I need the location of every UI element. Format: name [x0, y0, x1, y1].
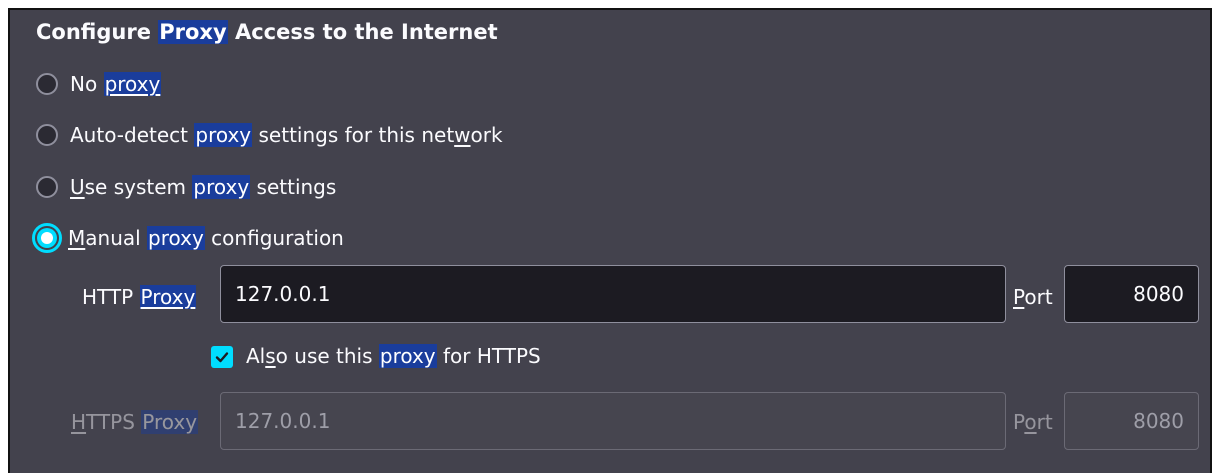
https-proxy-input[interactable]: 127.0.0.1	[220, 392, 1006, 450]
also-https-label: Also use this proxy for HTTPS	[246, 344, 541, 368]
radio-no-proxy[interactable]: No proxy	[36, 68, 162, 100]
https-port-label: Port	[1013, 410, 1053, 434]
https-port-input[interactable]: 8080	[1064, 392, 1199, 450]
http-port-label: Port	[1013, 285, 1053, 309]
radio-manual-proxy[interactable]: Manual proxy configuration	[32, 222, 344, 254]
check-icon	[215, 352, 229, 363]
https-proxy-label: HTTPS Proxy	[71, 410, 199, 434]
radio-label: No proxy	[70, 72, 162, 96]
radio-label: Auto-detect proxy settings for this netw…	[70, 123, 503, 147]
radio-system-proxy[interactable]: Use system proxy settings	[36, 171, 336, 203]
radio-button[interactable]	[36, 176, 58, 198]
radio-button[interactable]	[36, 124, 58, 146]
radio-button-selected[interactable]	[32, 223, 62, 253]
http-proxy-label: HTTP Proxy	[82, 285, 197, 309]
radio-label: Manual proxy configuration	[68, 226, 344, 250]
radio-button[interactable]	[36, 73, 58, 95]
also-https-checkbox[interactable]	[211, 346, 233, 368]
http-port-input[interactable]: 8080	[1064, 265, 1199, 323]
section-title: Configure Proxy Access to the Internet	[36, 20, 498, 44]
radio-auto-detect[interactable]: Auto-detect proxy settings for this netw…	[36, 119, 503, 151]
radio-label: Use system proxy settings	[70, 175, 337, 199]
proxy-settings-panel: Configure Proxy Access to the Internet N…	[8, 8, 1212, 473]
http-proxy-input[interactable]: 127.0.0.1	[220, 265, 1006, 323]
